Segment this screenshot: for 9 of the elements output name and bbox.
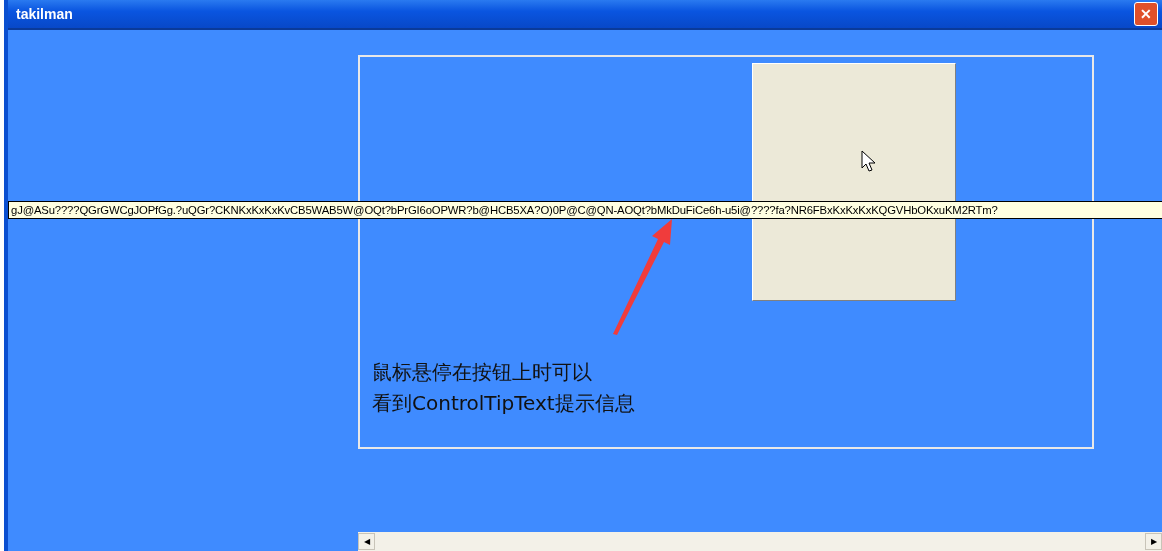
scroll-left-button[interactable]: ◀	[358, 533, 375, 550]
caption-text: 看到ControlTipText提示信息	[372, 390, 635, 417]
horizontal-scrollbar[interactable]: ◀ ▶	[358, 532, 1162, 551]
close-button[interactable]: ✕	[1134, 2, 1158, 26]
window-title: takilman	[16, 6, 73, 22]
caption-text: 鼠标悬停在按钮上时可以	[372, 359, 593, 386]
scroll-right-button[interactable]: ▶	[1145, 533, 1162, 550]
cursor-icon	[861, 150, 877, 174]
tooltip: gJ@ASu????QGrGWCgJOPfGg.?uQGr?CKNKxKxKxKvCB5WAB5W@OQt?bPrGI6oOPWR?b@HCB5XA?O)0P@C@QN-AOQt?bMkDuFiCe6h-u5i@????fa?NR6FBxKxKxKxKQGVHbOKxuKM2RTm?	[8, 201, 1162, 219]
